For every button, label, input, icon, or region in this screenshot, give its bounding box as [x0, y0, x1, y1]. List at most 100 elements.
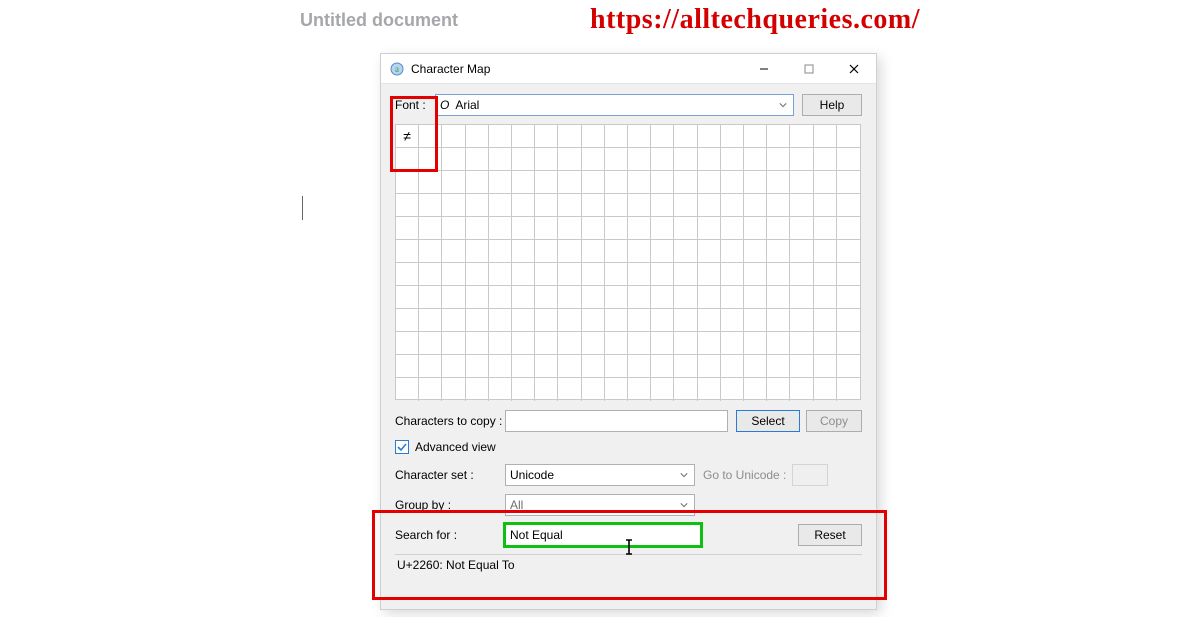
grid-cell[interactable]	[744, 171, 767, 194]
grid-cell[interactable]	[442, 217, 465, 240]
grid-cell[interactable]	[744, 194, 767, 217]
minimize-button[interactable]	[741, 54, 786, 84]
grid-cell[interactable]	[396, 378, 419, 401]
grid-cell[interactable]	[396, 263, 419, 286]
grid-cell[interactable]	[419, 332, 442, 355]
grid-cell[interactable]	[837, 309, 860, 332]
grid-cell[interactable]	[837, 194, 860, 217]
grid-cell[interactable]	[744, 240, 767, 263]
grid-cell[interactable]	[767, 194, 790, 217]
grid-cell[interactable]	[674, 171, 697, 194]
grid-cell[interactable]	[837, 378, 860, 401]
grid-cell[interactable]	[721, 332, 744, 355]
select-button[interactable]: Select	[736, 410, 800, 432]
grid-cell[interactable]	[466, 332, 489, 355]
grid-cell[interactable]	[535, 171, 558, 194]
grid-cell[interactable]	[628, 240, 651, 263]
grid-cell[interactable]	[605, 171, 628, 194]
grid-cell[interactable]	[767, 240, 790, 263]
grid-cell[interactable]	[582, 378, 605, 401]
grid-cell[interactable]	[489, 332, 512, 355]
grid-cell[interactable]	[442, 286, 465, 309]
grid-cell[interactable]	[605, 378, 628, 401]
grid-cell[interactable]	[674, 332, 697, 355]
reset-button[interactable]: Reset	[798, 524, 862, 546]
grid-cell[interactable]	[512, 217, 535, 240]
grid-cell[interactable]	[721, 125, 744, 148]
grid-cell[interactable]	[442, 355, 465, 378]
grid-cell[interactable]	[442, 332, 465, 355]
grid-cell[interactable]	[419, 171, 442, 194]
grid-cell[interactable]	[767, 263, 790, 286]
grid-cell[interactable]	[721, 148, 744, 171]
grid-cell[interactable]	[837, 286, 860, 309]
grid-cell[interactable]	[767, 286, 790, 309]
grid-cell[interactable]	[767, 148, 790, 171]
grid-cell[interactable]	[767, 309, 790, 332]
grid-cell[interactable]	[582, 332, 605, 355]
grid-cell[interactable]	[535, 240, 558, 263]
group-by-dropdown[interactable]: All	[505, 494, 695, 516]
grid-cell[interactable]	[582, 309, 605, 332]
grid-cell[interactable]	[698, 125, 721, 148]
grid-cell[interactable]	[396, 240, 419, 263]
grid-cell[interactable]	[790, 194, 813, 217]
grid-cell[interactable]	[814, 263, 837, 286]
grid-cell[interactable]	[674, 240, 697, 263]
grid-cell[interactable]	[396, 217, 419, 240]
grid-cell[interactable]	[721, 194, 744, 217]
grid-cell[interactable]	[698, 309, 721, 332]
grid-cell[interactable]	[558, 378, 581, 401]
grid-cell[interactable]	[396, 148, 419, 171]
grid-cell[interactable]	[790, 355, 813, 378]
grid-cell[interactable]	[814, 194, 837, 217]
grid-cell[interactable]	[767, 378, 790, 401]
grid-cell[interactable]	[442, 263, 465, 286]
grid-cell[interactable]	[674, 125, 697, 148]
grid-cell[interactable]	[558, 355, 581, 378]
grid-cell[interactable]	[651, 194, 674, 217]
grid-cell[interactable]	[605, 263, 628, 286]
grid-cell[interactable]	[698, 378, 721, 401]
grid-cell[interactable]	[698, 194, 721, 217]
grid-cell[interactable]	[489, 286, 512, 309]
grid-cell[interactable]	[790, 309, 813, 332]
grid-cell[interactable]	[628, 263, 651, 286]
grid-cell[interactable]	[628, 125, 651, 148]
grid-cell[interactable]	[535, 355, 558, 378]
grid-cell[interactable]	[721, 240, 744, 263]
grid-cell[interactable]	[628, 378, 651, 401]
grid-cell[interactable]	[698, 148, 721, 171]
grid-cell[interactable]	[535, 378, 558, 401]
grid-cell[interactable]	[790, 148, 813, 171]
copy-button[interactable]: Copy	[806, 410, 862, 432]
grid-cell[interactable]	[651, 240, 674, 263]
grid-cell[interactable]	[698, 217, 721, 240]
grid-cell[interactable]	[535, 194, 558, 217]
grid-cell[interactable]	[466, 148, 489, 171]
grid-cell[interactable]	[489, 148, 512, 171]
grid-cell[interactable]	[651, 309, 674, 332]
grid-cell[interactable]	[396, 194, 419, 217]
grid-cell[interactable]	[512, 194, 535, 217]
grid-cell[interactable]	[628, 217, 651, 240]
grid-cell[interactable]	[744, 286, 767, 309]
grid-cell[interactable]	[698, 355, 721, 378]
grid-cell[interactable]	[814, 217, 837, 240]
grid-cell[interactable]	[837, 217, 860, 240]
grid-cell[interactable]	[512, 355, 535, 378]
grid-cell[interactable]	[790, 286, 813, 309]
grid-cell[interactable]	[582, 125, 605, 148]
grid-cell[interactable]	[721, 286, 744, 309]
grid-cell[interactable]	[605, 194, 628, 217]
grid-cell[interactable]	[442, 148, 465, 171]
grid-cell[interactable]	[582, 217, 605, 240]
grid-cell[interactable]	[790, 332, 813, 355]
grid-cell[interactable]	[466, 378, 489, 401]
grid-cell[interactable]	[721, 263, 744, 286]
grid-cell[interactable]	[442, 171, 465, 194]
grid-cell[interactable]	[535, 332, 558, 355]
grid-cell[interactable]	[790, 240, 813, 263]
grid-cell[interactable]	[628, 194, 651, 217]
grid-cell[interactable]	[721, 355, 744, 378]
